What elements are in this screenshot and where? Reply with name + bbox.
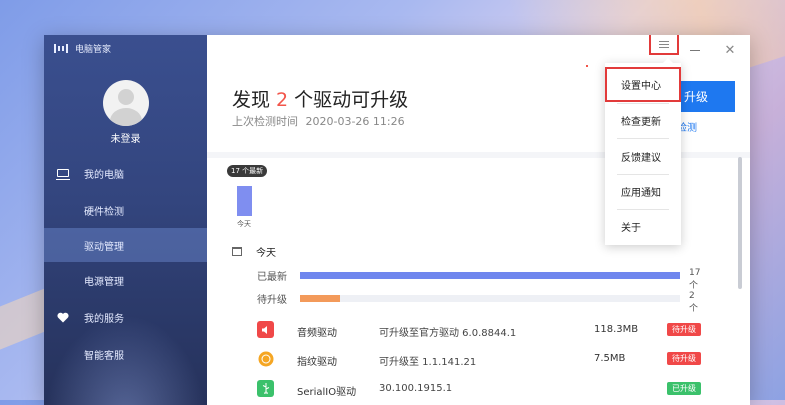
notification-dot	[586, 65, 588, 67]
progress-row-latest: 已最新 17个	[257, 268, 700, 291]
upgrade-count: 2	[276, 89, 289, 111]
title-suffix: 个驱动可升级	[294, 89, 409, 111]
sidebar-item-power-management[interactable]: 电源管理	[44, 263, 207, 297]
speaker-icon	[257, 321, 274, 338]
progress-label: 待升级	[257, 295, 287, 306]
progress-track	[300, 295, 680, 302]
driver-size: 7.5MB	[594, 353, 626, 364]
usb-icon	[257, 380, 274, 397]
progress-fill	[300, 295, 340, 302]
progress-track	[300, 272, 680, 279]
sidebar-item-smart-service[interactable]: 智能客服	[44, 337, 207, 371]
page-title: 发现 2 个驱动可升级	[232, 85, 408, 112]
driver-name: 音频驱动	[297, 328, 337, 339]
driver-name: SerialIO驱动	[297, 387, 357, 398]
minimize-button[interactable]	[687, 43, 703, 57]
sidebar-group-my-service[interactable]: 我的服务	[44, 300, 219, 334]
minimize-icon	[690, 49, 700, 51]
progress-label: 已最新	[257, 272, 287, 283]
sidebar-item-label: 电源管理	[84, 276, 124, 288]
driver-row-audio[interactable]: 音频驱动 可升级至官方驱动 6.0.8844.1 118.3MB 待升级	[257, 321, 707, 341]
sidebar-item-label: 智能客服	[84, 350, 124, 362]
app-brand: 电脑管家	[54, 42, 111, 55]
driver-row-fingerprint[interactable]: 指纹驱动 可升级至 1.1.141.21 7.5MB 待升级	[257, 350, 707, 370]
menu-item-check-update[interactable]: 检查更新	[605, 103, 681, 138]
sidebar-group-label: 我的服务	[84, 313, 124, 325]
avatar[interactable]	[103, 80, 149, 126]
menu-item-feedback[interactable]: 反馈建议	[605, 139, 681, 174]
sidebar-group-my-computer[interactable]: 我的电脑	[44, 156, 219, 190]
today-header: 今天	[232, 244, 276, 259]
driver-description: 可升级至官方驱动 6.0.8844.1	[379, 328, 517, 339]
chart-bar	[237, 186, 252, 216]
today-label: 今天	[256, 248, 276, 259]
progress-count: 2个	[689, 291, 699, 314]
sidebar-item-label: 驱动管理	[84, 241, 124, 253]
progress-row-pending: 待升级 2个	[257, 291, 698, 314]
status-badge: 已升级	[667, 382, 701, 395]
last-check-value: 2020-03-26 11:26	[305, 115, 405, 128]
driver-description: 30.100.1915.1	[379, 383, 453, 394]
menu-button[interactable]	[649, 35, 679, 55]
driver-row-serialio[interactable]: SerialIO驱动 30.100.1915.1 已升级	[257, 380, 707, 400]
fingerprint-icon	[257, 350, 274, 367]
last-check-time: 上次检测时间 2020-03-26 11:26	[232, 113, 405, 129]
sidebar-item-label: 硬件检测	[84, 206, 124, 218]
login-label[interactable]: 未登录	[44, 130, 207, 145]
hamburger-icon	[659, 39, 669, 50]
scrollbar[interactable]	[738, 157, 742, 289]
calendar-icon	[232, 247, 242, 256]
driver-name: 指纹驱动	[297, 357, 337, 368]
sidebar-item-hardware-check[interactable]: 硬件检测	[44, 193, 207, 227]
monitor-icon	[56, 166, 70, 180]
sidebar-item-driver-management[interactable]: 驱动管理	[44, 228, 207, 262]
close-icon: ✕	[724, 43, 736, 58]
status-badge: 待升级	[667, 352, 701, 365]
upgrade-all-label: 升级	[683, 90, 708, 104]
menu-item-settings-center[interactable]: 设置中心	[605, 67, 681, 102]
sidebar: 电脑管家 未登录 我的电脑 硬件检测 驱动管理 电源管理 我的服务 智能客服	[44, 35, 207, 405]
last-check-label: 上次检测时间	[232, 115, 298, 128]
chart-bar-label: 17 个最新	[227, 165, 268, 177]
close-button[interactable]: ✕	[722, 43, 738, 58]
app-title: 电脑管家	[75, 45, 112, 55]
chart-category-label: 今天	[237, 220, 251, 228]
title-prefix: 发现	[232, 89, 271, 111]
driver-size: 118.3MB	[594, 324, 639, 335]
menu-item-app-notifications[interactable]: 应用通知	[605, 174, 681, 209]
heart-icon	[56, 310, 70, 324]
driver-description: 可升级至 1.1.141.21	[379, 357, 477, 368]
app-logo-icon	[54, 44, 70, 53]
status-badge: 待升级	[667, 323, 701, 336]
progress-fill	[300, 272, 680, 279]
sidebar-group-label: 我的电脑	[84, 169, 124, 181]
menu-item-about[interactable]: 关于	[605, 209, 681, 244]
menu-caret	[663, 58, 673, 63]
progress-count: 17个	[689, 268, 701, 291]
settings-menu: 设置中心 检查更新 反馈建议 应用通知 关于	[605, 58, 681, 245]
